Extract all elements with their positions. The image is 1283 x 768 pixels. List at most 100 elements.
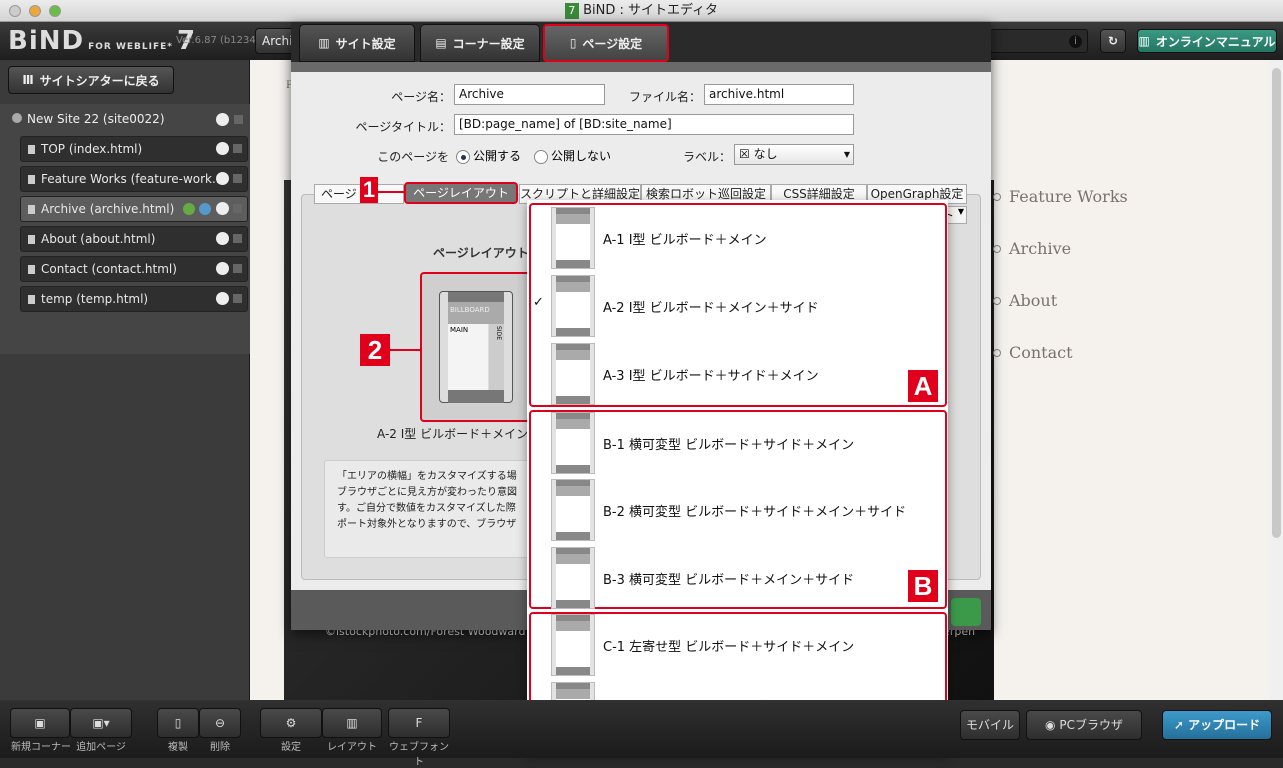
page-icon	[28, 175, 35, 184]
eye-icon[interactable]	[216, 172, 229, 185]
upload-icon: ➚	[1173, 718, 1189, 732]
page-name-label: ページ名：	[391, 90, 451, 104]
zoom-window-button[interactable]	[49, 5, 61, 17]
book-icon: ▥	[318, 36, 330, 50]
square-icon[interactable]	[233, 144, 242, 153]
layout-option[interactable]: A-3 I型 ビルボード＋サイド＋メイン	[547, 341, 947, 407]
square-icon[interactable]	[233, 204, 242, 213]
layout-button[interactable]: ▥	[322, 708, 382, 738]
info-icon[interactable]: i	[1069, 35, 1082, 48]
square-icon[interactable]	[233, 264, 242, 273]
publish-radio[interactable]: 公開する	[456, 147, 521, 164]
square-icon[interactable]	[233, 294, 242, 303]
pc-browser-button[interactable]: ◉ PCブラウザ	[1026, 710, 1142, 740]
nav-link[interactable]: Archive	[1009, 239, 1071, 258]
sidebar-page-item[interactable]: TOP (index.html)	[20, 136, 248, 162]
settings-button[interactable]: ⚙	[260, 708, 322, 738]
subtab-page-layout[interactable]: ページレイアウト	[404, 182, 518, 204]
reload-icon[interactable]: ↻	[1100, 29, 1126, 53]
page-select[interactable]: Archi	[255, 28, 295, 54]
tab-site-settings[interactable]: ▥ サイト設定	[299, 24, 415, 62]
nav-link[interactable]: About	[1009, 291, 1057, 310]
page-icon	[28, 205, 35, 214]
webfont-button[interactable]: F	[388, 708, 450, 738]
layout-option-label: B-1 横可変型 ビルボード＋サイド＋メイン	[603, 438, 855, 453]
ok-button[interactable]	[951, 598, 981, 626]
square-icon[interactable]	[234, 115, 243, 124]
tab-page-settings[interactable]: ▯ ページ設定	[543, 24, 669, 62]
nav-link[interactable]: Contact	[1009, 343, 1073, 362]
layout-thumbnail	[551, 479, 595, 541]
layout-picker[interactable]: BILLBOARD MAIN SIDE	[420, 272, 530, 422]
bullet-icon	[993, 193, 1001, 201]
page-name-input[interactable]: Archive	[454, 84, 605, 105]
eye-icon[interactable]	[216, 262, 229, 275]
eye-icon[interactable]	[216, 202, 229, 215]
page-icon	[28, 145, 35, 154]
online-manual-button[interactable]: ▥ オンラインマニュアル	[1137, 29, 1277, 53]
sidebar-page-item[interactable]: Feature Works (feature-work...	[20, 166, 248, 192]
upload-button[interactable]: ➚ アップロード	[1162, 710, 1272, 740]
layout-thumbnail	[551, 275, 595, 337]
search-field[interactable]: i	[990, 29, 1088, 53]
webfont-label: ウェブフォント	[389, 742, 449, 768]
back-to-site-theater-button[interactable]: Ⅲ サイトシアターに戻る	[8, 66, 174, 94]
file-name-input[interactable]: archive.html	[704, 84, 854, 105]
back-label: サイトシアターに戻る	[39, 73, 160, 88]
layout-thumbnail	[551, 547, 595, 609]
layout-option[interactable]: A-1 I型 ビルボード＋メイン	[547, 205, 947, 271]
layout-option[interactable]: B-3 横可変型 ビルボード＋メイン＋サイド	[547, 545, 947, 611]
mobile-button[interactable]: モバイル	[960, 710, 1020, 740]
publish-label: このページを	[377, 150, 449, 164]
window-title: BiND : サイトエディタ	[583, 3, 719, 18]
sidebar-page-item[interactable]: About (about.html)	[20, 226, 248, 252]
square-icon[interactable]	[233, 174, 242, 183]
checkmark-icon: ✓	[533, 295, 544, 310]
page-title-input[interactable]: [BD:page_name] of [BD:site_name]	[454, 114, 854, 135]
layout-option[interactable]: B-1 横可変型 ビルボード＋サイド＋メイン	[547, 410, 947, 476]
subtab-page[interactable]: ページ	[314, 184, 404, 204]
close-window-button[interactable]	[9, 5, 21, 17]
duplicate-button[interactable]: ▯	[157, 708, 199, 738]
delete-button[interactable]: ⊖	[199, 708, 241, 738]
tab-corner-settings[interactable]: ▤ コーナー設定	[420, 24, 540, 62]
layout-label: レイアウト	[327, 742, 377, 753]
page-icon	[28, 235, 35, 244]
settings-label: 設定	[281, 742, 301, 753]
manual-label: オンラインマニュアル	[1155, 34, 1276, 49]
new-corner-button[interactable]: ▣	[10, 708, 70, 738]
eye-icon[interactable]	[216, 292, 229, 305]
label-label: ラベル：	[682, 150, 731, 164]
layout-option[interactable]: A-2 I型 ビルボード＋メイン＋サイド ✓	[533, 273, 947, 339]
square-icon[interactable]	[233, 234, 242, 243]
dropdown-arrow-icon: ▼	[957, 207, 964, 216]
sidebar-page-item[interactable]: Contact (contact.html)	[20, 256, 248, 282]
eye-icon[interactable]	[216, 142, 229, 155]
bullet-icon	[993, 349, 1001, 357]
page-icon	[28, 295, 35, 304]
sidebar-page-item[interactable]: temp (temp.html)	[20, 286, 248, 312]
unpublish-radio[interactable]: 公開しない	[534, 147, 611, 164]
layout-thumbnail	[551, 614, 595, 676]
layout-option-label: C-1 左寄せ型 ビルボード＋サイド＋メイン	[603, 640, 855, 655]
current-layout-label: A-2 I型 ビルボード＋メイン	[377, 427, 529, 441]
sidebar-page-item-selected[interactable]: Archive (archive.html)	[20, 196, 248, 222]
logo: BiND FOR WEBLIFE* 7	[8, 26, 197, 56]
label-select[interactable]: ☒ なし ▼	[734, 144, 854, 165]
scrollbar[interactable]	[1272, 68, 1281, 538]
eye-icon[interactable]	[216, 232, 229, 245]
bottom-toolbar: ▣ ▣▾ 新規コーナー 追加ページ ▯ ⊖ 複製 削除 ⚙ ▥ F 設定 レイア…	[0, 700, 1283, 768]
info-badge-icon	[183, 203, 195, 215]
eye-icon[interactable]	[216, 113, 229, 126]
settings-badge-icon	[199, 203, 211, 215]
layout-option[interactable]: C-1 左寄せ型 ビルボード＋サイド＋メイン	[547, 612, 947, 678]
callout-1: 1	[360, 177, 378, 203]
layout-option-label: A-1 I型 ビルボード＋メイン	[603, 233, 767, 248]
add-page-button[interactable]: ▣▾	[70, 708, 132, 738]
layout-option-label: B-2 横可変型 ビルボード＋サイド＋メイン＋サイド	[603, 505, 907, 520]
minimize-window-button[interactable]	[29, 5, 41, 17]
site-item[interactable]: New Site 22 (site0022)	[12, 112, 165, 126]
nav-link[interactable]: Feature Works	[1009, 187, 1128, 206]
layout-option-label: B-3 横可変型 ビルボード＋メイン＋サイド	[603, 573, 855, 588]
layout-option[interactable]: B-2 横可変型 ビルボード＋サイド＋メイン＋サイド	[547, 477, 947, 543]
